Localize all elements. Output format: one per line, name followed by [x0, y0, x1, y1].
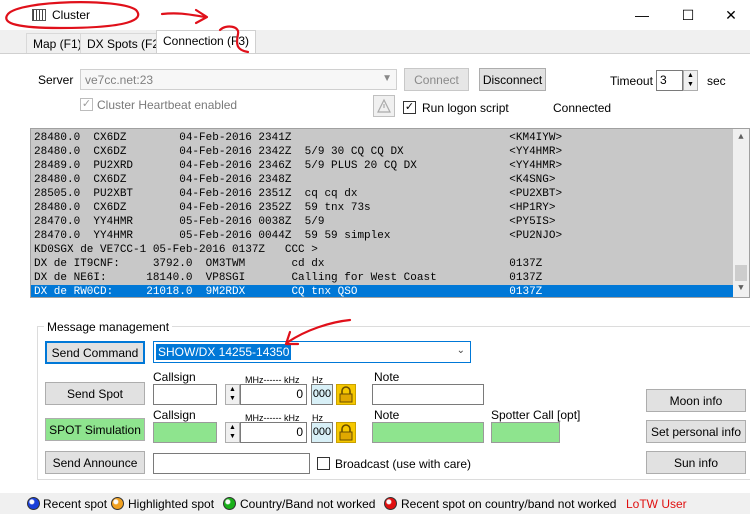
annotation-circle	[5, 1, 140, 30]
annotation-arrow	[160, 8, 209, 25]
annotation-overlay	[5, 1, 352, 346]
annotation-arrow	[284, 318, 352, 346]
annotation-underline	[218, 25, 250, 54]
